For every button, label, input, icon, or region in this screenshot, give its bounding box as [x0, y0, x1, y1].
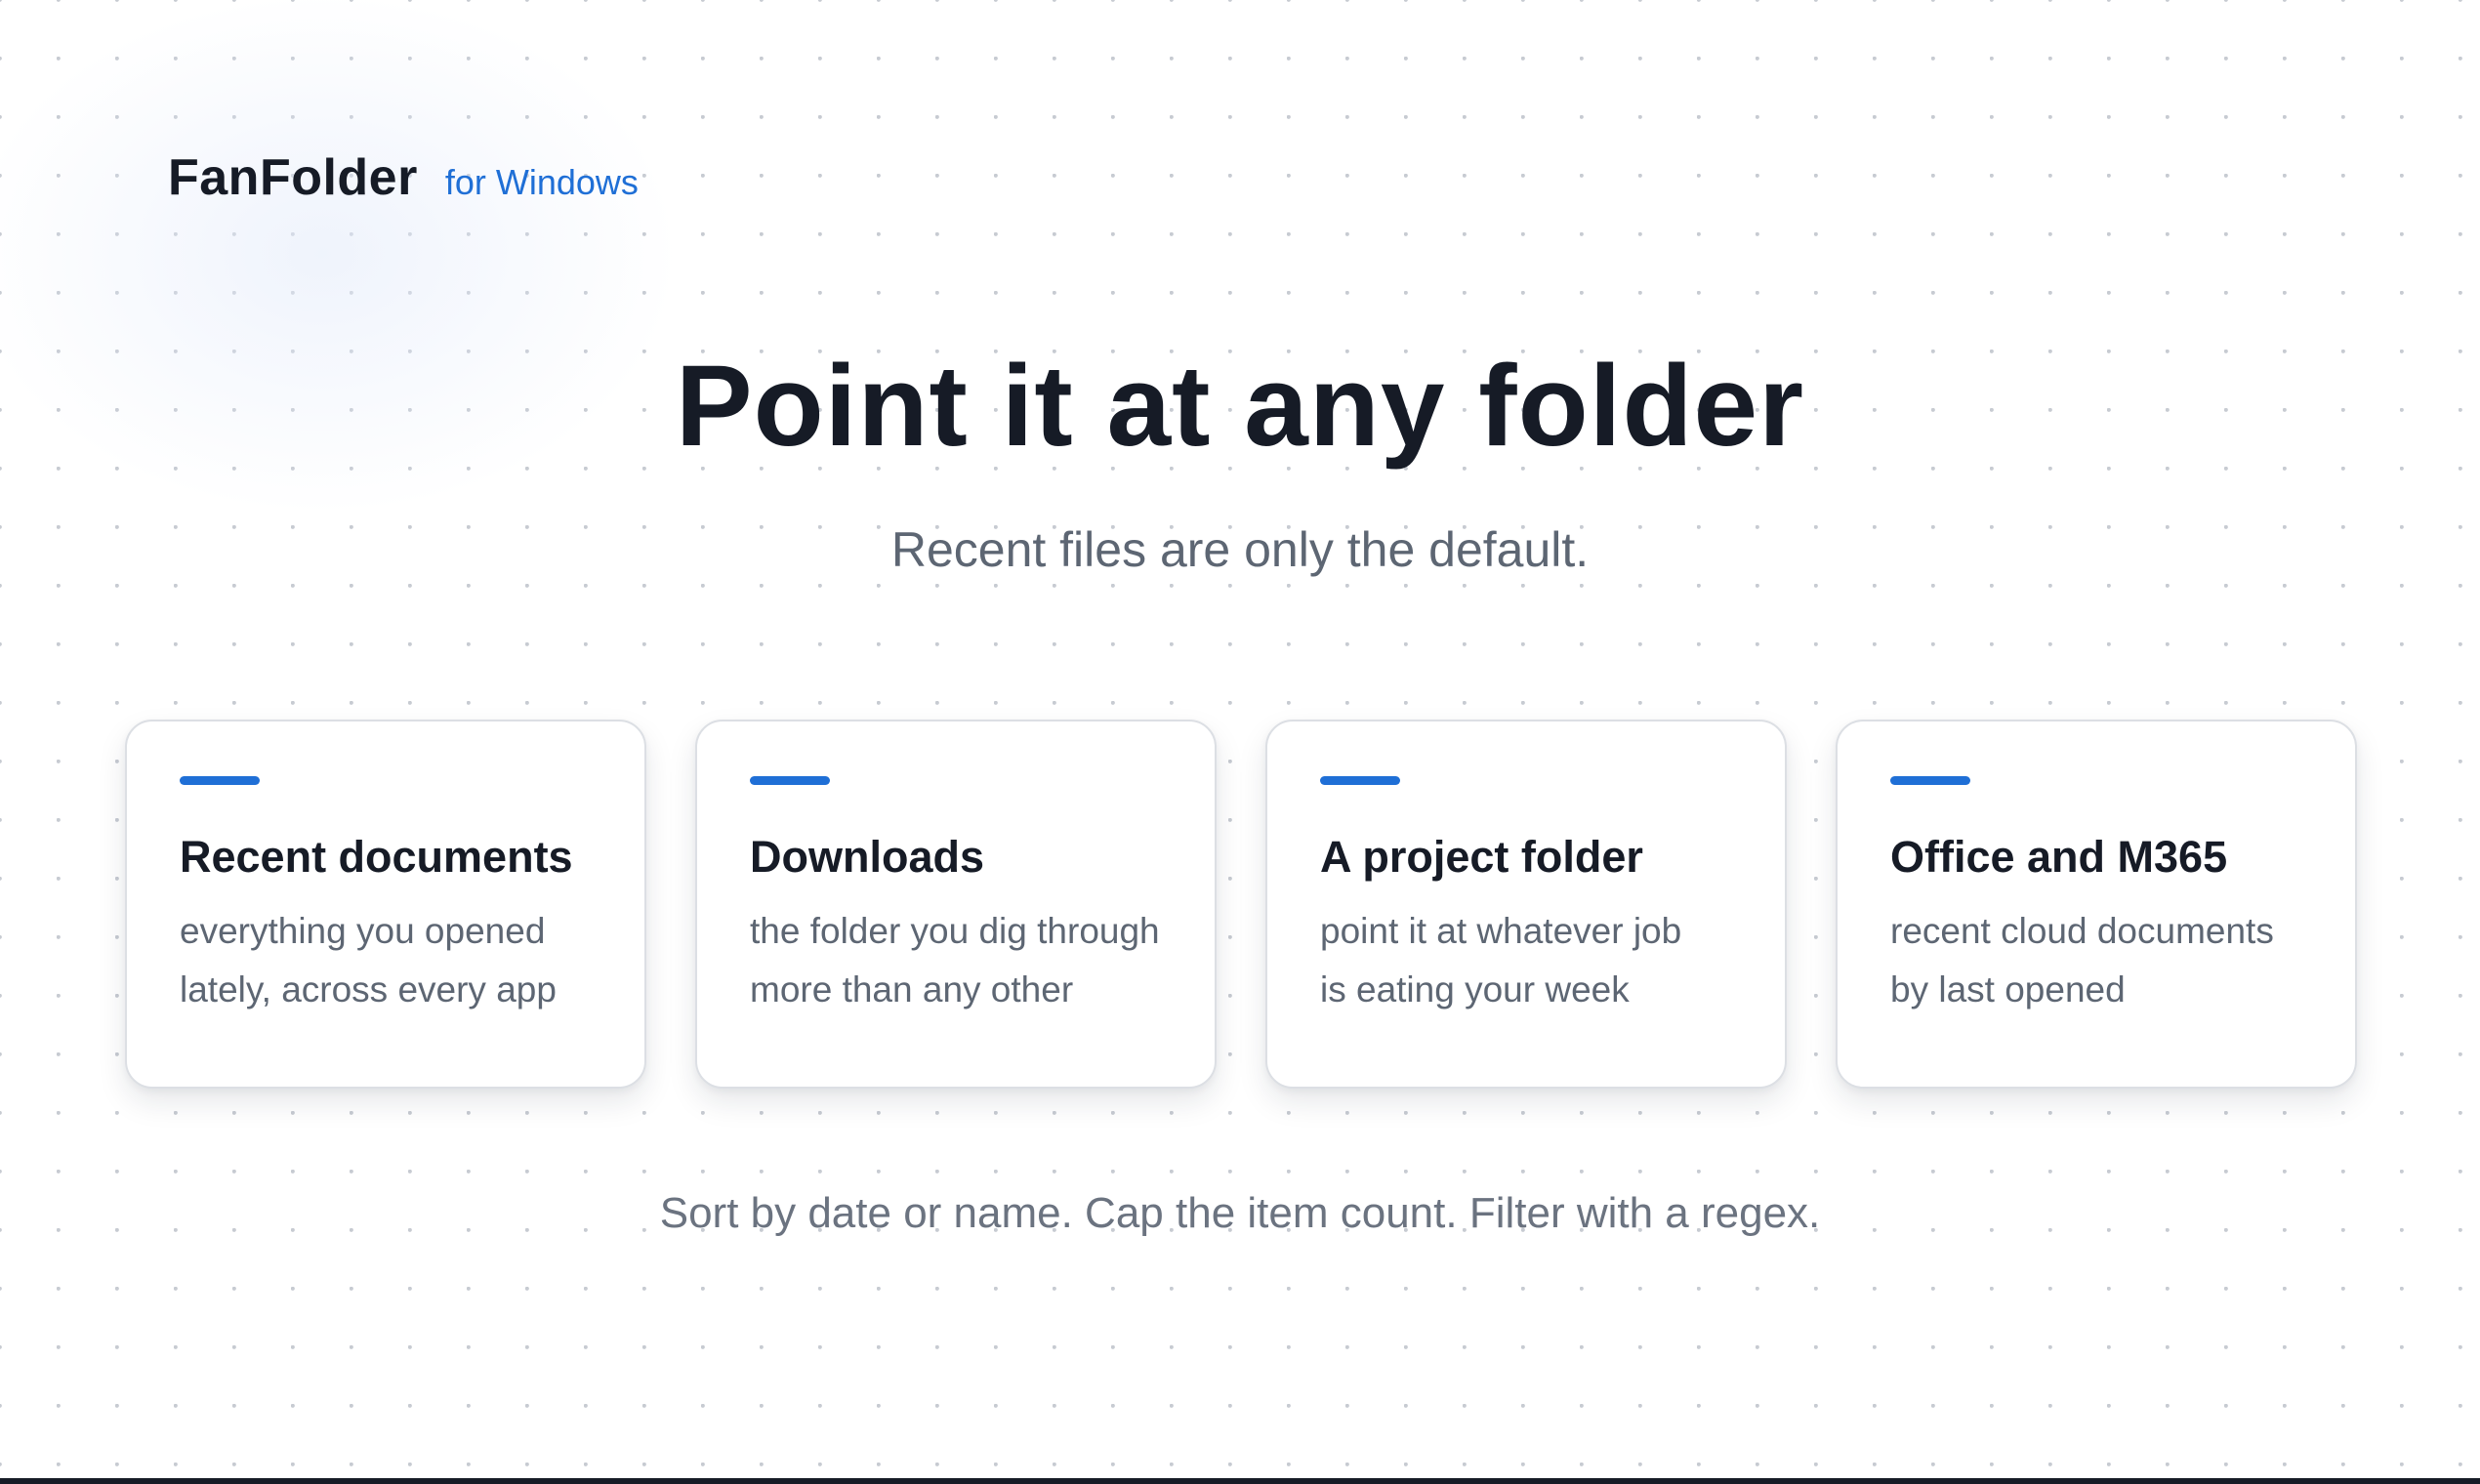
card-description-line: is eating your week: [1320, 969, 1630, 1010]
card-accent-bar: [180, 776, 260, 785]
card-description-line: by last opened: [1890, 969, 2126, 1010]
brand: FanFolder for Windows: [168, 148, 639, 207]
card-description: everything you opened lately, across eve…: [180, 902, 592, 1019]
card-description: point it at whatever job is eating your …: [1320, 902, 1732, 1019]
card-description-line: lately, across every app: [180, 969, 557, 1010]
card-description-line: more than any other: [750, 969, 1074, 1010]
card-title: Recent documents: [180, 832, 573, 882]
card-description-line: recent cloud documents: [1890, 911, 2274, 951]
features-footnote: Sort by date or name. Cap the item count…: [659, 1189, 1821, 1237]
folder-options: Recent documents everything you opened l…: [125, 720, 2357, 1089]
card-description: the folder you dig through more than any…: [750, 902, 1162, 1019]
card-description: recent cloud documents by last opened: [1890, 902, 2302, 1019]
card-accent-bar: [750, 776, 830, 785]
card-title: Office and M365: [1890, 832, 2228, 882]
card-accent-bar: [1320, 776, 1400, 785]
card-description-line: everything you opened: [180, 911, 546, 951]
card-description-line: the folder you dig through: [750, 911, 1160, 951]
brand-name: FanFolder: [168, 149, 418, 206]
card-accent-bar: [1890, 776, 1970, 785]
brand-platform-tag: for Windows: [444, 162, 639, 202]
card-office-m365: Office and M365 recent cloud documents b…: [1836, 720, 2357, 1089]
page-headline: Point it at any folder: [675, 342, 1805, 471]
card-recent-documents: Recent documents everything you opened l…: [125, 720, 646, 1089]
card-description-line: point it at whatever job: [1320, 911, 1682, 951]
bottom-edge-bar: [0, 1478, 2480, 1484]
card-project-folder: A project folder point it at whatever jo…: [1265, 720, 1787, 1089]
card-title: Downloads: [750, 832, 985, 882]
card-downloads: Downloads the folder you dig through mor…: [695, 720, 1217, 1089]
page-subhead: Recent files are only the default.: [890, 522, 1590, 577]
card-title: A project folder: [1320, 832, 1643, 882]
